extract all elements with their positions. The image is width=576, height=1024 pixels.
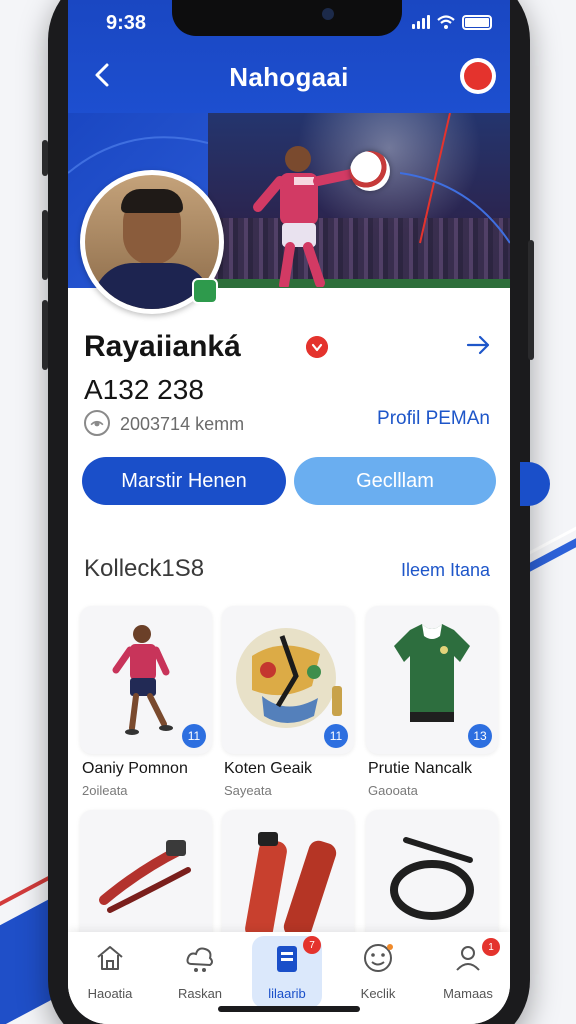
item-subtitle: Sayeata [224,783,272,798]
nav-item-home[interactable]: Haoatia [70,932,150,1012]
cloud-icon [186,947,213,972]
app-screen: 9:38 Nahogaai Rayaiianká A132 238 200371… [68,0,510,1024]
avatar[interactable] [80,170,224,314]
primary-action-button[interactable]: Marstir Henen [82,457,286,505]
nav-label: Mamaas [443,986,493,1001]
emoji-icon [364,944,393,972]
home-icon [97,946,123,970]
item-subtitle: Gaooata [368,783,418,798]
verified-badge-icon [192,278,218,304]
phone-volume-down [42,300,48,370]
soccer-ball-icon [350,151,390,191]
nav-label: Raskan [177,986,223,1001]
phone-power-button [528,240,534,360]
item-title: Koten Geaik [224,760,313,777]
collection-item-jersey[interactable]: 13 [366,606,498,754]
collection-item-player-figure[interactable]: 11 [80,606,212,754]
banner-lines [400,113,510,244]
nav-item-activity[interactable]: Keclik [338,932,418,1012]
player-action-image [253,146,361,287]
nav-item-search[interactable]: Raskan [160,932,240,1012]
nav-label: lilaarib [268,986,306,1001]
collection-see-all-link[interactable]: Ileem Itana [401,560,490,581]
favorite-icon[interactable] [306,336,328,358]
nav-item-library[interactable]: 7 lilaarib [247,932,327,1012]
item-title: Prutie Nancalk [368,760,473,777]
status-icons [412,14,492,30]
item-count-badge: 11 [324,724,348,748]
item-count-badge: 13 [468,724,492,748]
user-icon [456,946,480,971]
profile-link[interactable]: Profil PEMAn [377,408,490,430]
club-logo-icon[interactable] [460,58,496,94]
app-header: 9:38 Nahogaai [68,0,510,115]
wifi-icon [437,15,455,29]
battery-icon [462,14,492,30]
status-time: 9:38 [106,12,147,34]
item-title: Oaniy Pomnon [82,760,188,777]
player-id: A132 238 [84,374,204,405]
signal-icon [412,15,430,29]
home-indicator[interactable] [218,1006,360,1012]
player-name: Rayaiianká [84,330,241,363]
nav-item-profile[interactable]: 1 Mamaas [428,932,508,1012]
phone-notch [172,0,402,36]
overflow-button-edge [520,462,550,506]
camera-icon [322,8,334,20]
notification-badge: 1 [482,938,500,956]
collection-item-ball[interactable]: 11 [222,606,354,754]
phone-mute-switch [42,140,48,176]
location-icon [84,410,110,436]
phone-volume-up [42,210,48,280]
page-title: Nahogaai [229,62,349,92]
nav-label: Keclik [360,986,396,1001]
location-text: 2003714 kemm [120,414,245,434]
arrow-right-icon[interactable] [466,334,492,356]
nav-label: Haoatia [87,986,133,1001]
avatar-hair [121,189,183,213]
notification-badge: 7 [303,936,321,954]
item-subtitle: 2oileata [82,783,128,798]
item-count-badge: 11 [182,724,206,748]
secondary-action-button[interactable]: Geclllam [294,457,496,505]
collection-title: Kolleck1S8 [84,555,205,582]
library-icon [277,946,297,972]
